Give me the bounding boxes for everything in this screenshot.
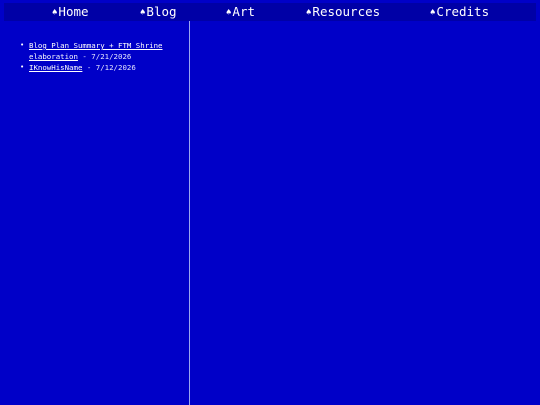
nav-resources[interactable]: ♠Resources [306, 3, 380, 21]
post-list: • Blog Plan Summary + FTM Shrine elabora… [20, 40, 185, 73]
sidebar: • Blog Plan Summary + FTM Shrine elabora… [0, 21, 189, 405]
post-date: - 7/12/2026 [82, 63, 136, 72]
spade-icon: ♠ [226, 8, 232, 18]
nav-home[interactable]: ♠Home [52, 3, 89, 21]
bullet-icon: • [20, 63, 25, 71]
bullet-icon: • [20, 41, 25, 49]
nav-blog[interactable]: ♠Blog [140, 3, 177, 21]
post-date: - 7/21/2026 [77, 52, 132, 61]
nav-art[interactable]: ♠Art [226, 3, 255, 21]
spade-icon: ♠ [140, 8, 146, 18]
list-item: • IKnowHisName - 7/12/2026 [20, 62, 185, 73]
spade-icon: ♠ [306, 8, 312, 18]
nav-credits[interactable]: ♠Credits [430, 3, 489, 21]
nav-blog-label: Blog [146, 4, 177, 19]
main-content [190, 21, 540, 405]
nav-art-label: Art [232, 4, 255, 19]
list-item: • Blog Plan Summary + FTM Shrine elabora… [20, 40, 185, 62]
spade-icon: ♠ [52, 8, 58, 18]
nav-resources-label: Resources [312, 4, 381, 19]
nav-home-label: Home [58, 4, 89, 19]
top-nav: ♠Home ♠Blog ♠Art ♠Resources ♠Credits [4, 3, 536, 21]
post-link[interactable]: IKnowHisName [29, 63, 82, 72]
nav-credits-label: Credits [436, 4, 490, 19]
spade-icon: ♠ [430, 8, 436, 18]
